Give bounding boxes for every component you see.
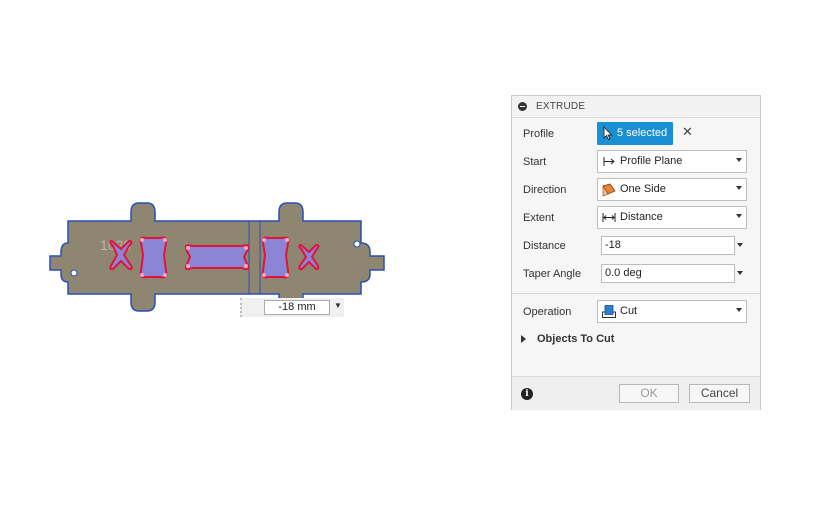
info-icon[interactable]: i bbox=[521, 388, 533, 400]
cursor-icon bbox=[603, 126, 613, 140]
extrude-panel: EXTRUDE Profile 5 selected ✕ Start Profi… bbox=[511, 95, 761, 410]
start-value: Profile Plane bbox=[620, 155, 683, 167]
profile-selection-count: 5 selected bbox=[617, 127, 668, 139]
panel-header: EXTRUDE bbox=[512, 96, 760, 118]
clear-selection-icon[interactable]: ✕ bbox=[682, 125, 694, 139]
distance-value: -18 bbox=[605, 239, 621, 251]
chevron-down-icon bbox=[736, 158, 742, 162]
dimension-input[interactable]: -18 mm bbox=[264, 300, 330, 315]
left-notch bbox=[70, 269, 78, 277]
right-notch bbox=[353, 240, 361, 248]
profile-label: Profile bbox=[523, 128, 555, 140]
taper-angle-input[interactable]: 0.0 deg bbox=[601, 264, 735, 283]
operation-label: Operation bbox=[523, 306, 572, 318]
taper-angle-value: 0.0 deg bbox=[605, 267, 642, 279]
cut-icon bbox=[602, 305, 616, 318]
chevron-down-icon bbox=[736, 214, 742, 218]
extent-value: Distance bbox=[620, 211, 663, 223]
start-label: Start bbox=[523, 156, 547, 168]
operation-dropdown[interactable]: Cut bbox=[597, 300, 747, 323]
extent-label: Extent bbox=[523, 212, 555, 224]
panel-title: EXTRUDE bbox=[536, 101, 586, 112]
distance-dropdown-icon[interactable] bbox=[737, 243, 743, 247]
operation-value: Cut bbox=[620, 305, 638, 317]
profile-box-center[interactable] bbox=[184, 244, 250, 271]
distance-input[interactable]: -18 bbox=[601, 236, 735, 255]
distance-icon bbox=[602, 213, 616, 222]
dimension-dropdown-icon[interactable]: ▼ bbox=[334, 301, 342, 310]
cancel-button[interactable]: Cancel bbox=[689, 384, 750, 403]
chevron-down-icon bbox=[736, 308, 742, 312]
panel-footer: i OK Cancel bbox=[512, 376, 760, 410]
objects-to-cut-label: Objects To Cut bbox=[537, 333, 615, 345]
taper-angle-label: Taper Angle bbox=[523, 268, 582, 280]
chevron-down-icon bbox=[736, 186, 742, 190]
direction-dropdown[interactable]: One Side bbox=[597, 178, 747, 201]
expand-triangle-icon[interactable] bbox=[521, 335, 526, 343]
direction-value: One Side bbox=[620, 183, 666, 195]
start-dropdown[interactable]: Profile Plane bbox=[597, 150, 747, 173]
profile-box-right[interactable] bbox=[261, 236, 290, 279]
ok-button[interactable]: OK bbox=[619, 384, 679, 403]
direction-label: Direction bbox=[523, 184, 567, 196]
distance-label: Distance bbox=[523, 240, 566, 252]
taper-dropdown-icon[interactable] bbox=[737, 271, 743, 275]
section-divider bbox=[512, 293, 760, 294]
dimension-manipulator[interactable]: -18 mm ▼ bbox=[240, 298, 344, 317]
extent-dropdown[interactable]: Distance bbox=[597, 206, 747, 229]
profile-box-left[interactable] bbox=[139, 236, 168, 279]
profile-selection-button[interactable]: 5 selected bbox=[597, 122, 673, 145]
profile-plane-icon bbox=[603, 157, 615, 166]
one-side-icon bbox=[602, 183, 616, 197]
collapse-icon[interactable] bbox=[518, 102, 527, 111]
